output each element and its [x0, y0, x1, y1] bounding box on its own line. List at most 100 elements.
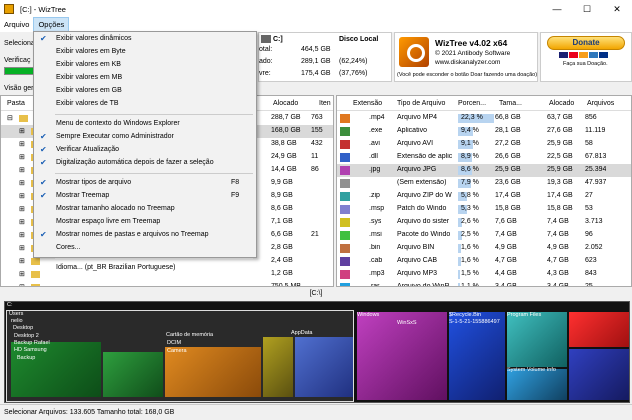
- file-type-row[interactable]: .sys Arquivo do sister 2,6 % 7,6 GB 7,4 GB 3.…: [337, 216, 631, 229]
- menu-item[interactable]: Exibir valores em KB: [35, 59, 256, 71]
- expand-icon[interactable]: ⊞: [19, 192, 25, 200]
- expand-icon[interactable]: ⊞: [19, 179, 25, 187]
- minimize-button[interactable]: —: [542, 0, 572, 18]
- menu-item[interactable]: ✔ Mostrar nomes de pastas e arquivos no T…: [35, 229, 256, 241]
- menu-item[interactable]: ✔ Mostrar tipos de arquivo F8: [35, 177, 256, 189]
- col-tipo-arquivo[interactable]: Tipo de Arquivo: [397, 100, 445, 107]
- alloc-cell: 27,6 GB: [547, 127, 573, 134]
- donate-button[interactable]: Donate: [547, 36, 625, 50]
- expand-icon[interactable]: ⊞: [19, 140, 25, 148]
- expand-icon[interactable]: ⊞: [19, 153, 25, 161]
- file-type-row[interactable]: .jpg Arquivo JPG 8,6 % 25,9 GB 25,9 GB 25.394: [337, 164, 631, 177]
- files-cell: 623: [585, 257, 597, 264]
- menu-item[interactable]: Exibir valores em MB: [35, 72, 256, 84]
- treemap-block-recycle[interactable]: [449, 312, 505, 400]
- file-type-row[interactable]: .mp4 Arquivo MP4 22,3 % 66,8 GB 63,7 GB 856: [337, 112, 631, 125]
- file-type-row[interactable]: .cab Arquivo CAB 1,6 % 4,7 GB 4,7 GB 623: [337, 255, 631, 268]
- menu-item[interactable]: ✔ Mostrar Treemap F9: [35, 190, 256, 202]
- expand-icon[interactable]: ⊞: [19, 270, 25, 278]
- file-type-row[interactable]: (Sem extensão) 7,9 % 23,6 GB 19,3 GB 47.937: [337, 177, 631, 190]
- select-label: Seleciona: [4, 40, 35, 47]
- file-type-row[interactable]: .zip Arquivo ZIP do W 5,8 % 17,4 GB 17,4 GB 2…: [337, 190, 631, 203]
- menu-item[interactable]: ✔ Exibir valores dinâmicos: [35, 33, 256, 45]
- menu-item[interactable]: ✔ Verificar Atualização: [35, 144, 256, 156]
- alloc-cell: 25,9 GB: [547, 140, 573, 147]
- treemap-block-appdata[interactable]: [295, 337, 353, 397]
- treemap-block-blue[interactable]: [569, 349, 629, 400]
- type-cell: Arquivo CAB: [397, 257, 438, 264]
- menu-item[interactable]: Cores...: [35, 242, 256, 254]
- file-type-color-icon: [340, 153, 350, 162]
- col-arquivos[interactable]: Arquivos: [587, 100, 614, 107]
- folder-alloc: 38,8 GB: [271, 140, 297, 147]
- ext-cell: .mp3: [369, 270, 385, 277]
- treemap[interactable]: C: Users nelio Desktop Desktop 2 Backup …: [4, 301, 630, 403]
- tm-label-users: Users: [9, 311, 24, 317]
- file-type-color-icon: [340, 283, 350, 286]
- treemap-block-yellow[interactable]: [263, 337, 293, 397]
- menu-item[interactable]: ✔ Digitalização automática depois de faze…: [35, 157, 256, 169]
- view-tab[interactable]: Visão ger: [4, 85, 33, 92]
- menu-arquivo[interactable]: Arquivo: [0, 18, 33, 32]
- files-cell: 96: [585, 231, 593, 238]
- col-porcentagem[interactable]: Porcen...: [458, 100, 486, 107]
- treemap-block-camera[interactable]: [165, 347, 261, 397]
- treemap-block-system-volume[interactable]: [507, 369, 567, 400]
- tm-label-sid: S-1-5-21-155886497: [449, 319, 500, 325]
- website-link[interactable]: www.diskanalyzer.com: [435, 59, 500, 66]
- size-cell: 4,4 GB: [495, 270, 517, 277]
- folder-items: 11: [311, 153, 319, 160]
- menu-item[interactable]: Idioma... (pt_BR Brazilian Portuguese): [35, 262, 256, 274]
- file-types-panel[interactable]: Extensão Tipo de Arquivo Porcen... Tama.…: [336, 95, 632, 287]
- file-type-row[interactable]: .msp Patch do Windo 5,3 % 15,8 GB 15,8 GB 53: [337, 203, 631, 216]
- file-type-row[interactable]: .exe Aplicativo 9,4 % 28,1 GB 27,6 GB 11.119: [337, 125, 631, 138]
- col-alocado[interactable]: Alocado: [273, 100, 298, 107]
- menu-item[interactable]: Exibir valores em GB: [35, 85, 256, 97]
- menu-item[interactable]: Exibir valores em Byte: [35, 46, 256, 58]
- file-type-row[interactable]: .rar Arquivo do WinR 1,1 % 3,4 GB 3,4 GB 25: [337, 281, 631, 287]
- expand-icon[interactable]: ⊞: [19, 205, 25, 213]
- file-type-row[interactable]: .bin Arquivo BIN 1,6 % 4,9 GB 4,9 GB 2.052: [337, 242, 631, 255]
- menu-item[interactable]: Menu de contexto do Windows Explorer: [35, 118, 256, 130]
- type-cell: Arquivo ZIP do W: [397, 192, 452, 199]
- type-cell: Arquivo JPG: [397, 166, 437, 173]
- expand-icon[interactable]: ⊞: [19, 218, 25, 226]
- file-type-row[interactable]: .avi Arquivo AVI 9,1 % 27,2 GB 25,9 GB 58: [337, 138, 631, 151]
- expand-icon[interactable]: ⊟: [7, 114, 13, 122]
- expand-icon[interactable]: ⊞: [19, 127, 25, 135]
- col-itens[interactable]: Iten: [319, 100, 331, 107]
- menu-item[interactable]: ✔ Sempre Executar como Administrador: [35, 131, 256, 143]
- menu-item-label: Exibir valores dinâmicos: [56, 35, 132, 42]
- folder-alloc: 14,4 GB: [271, 166, 297, 173]
- file-type-color-icon: [340, 231, 350, 240]
- menu-item[interactable]: Mostrar espaço livre em Treemap: [35, 216, 256, 228]
- menu-item[interactable]: Mostrar tamanho alocado no Treemap: [35, 203, 256, 215]
- alloc-cell: 4,9 GB: [547, 244, 569, 251]
- col-tamanho[interactable]: Tama...: [499, 100, 522, 107]
- col-extensao[interactable]: Extensão: [353, 100, 382, 107]
- donate-panel: Donate Faça sua Doação.: [540, 32, 632, 82]
- file-type-row[interactable]: .dll Extensão de aplic 8,9 % 26,6 GB 22,5 GB…: [337, 151, 631, 164]
- file-type-row[interactable]: .msi Pacote do Windo 2,5 % 7,4 GB 7,4 GB 96: [337, 229, 631, 242]
- expand-icon[interactable]: ⊞: [19, 231, 25, 239]
- expand-icon[interactable]: ⊞: [19, 244, 25, 252]
- treemap-block-green[interactable]: [103, 352, 163, 397]
- treemap-block-red[interactable]: [569, 312, 629, 347]
- col-alocado-tipos[interactable]: Alocado: [549, 100, 574, 107]
- maximize-button[interactable]: ☐: [572, 0, 602, 18]
- col-pasta[interactable]: Pasta: [7, 100, 25, 107]
- alloc-cell: 7,4 GB: [547, 218, 569, 225]
- folder-alloc: 288,7 GB: [271, 114, 301, 121]
- menu-item[interactable]: Exibir valores de TB: [35, 98, 256, 110]
- file-type-row[interactable]: .mp3 Arquivo MP3 1,5 % 4,4 GB 4,3 GB 843: [337, 268, 631, 281]
- folder-row[interactable]: ⊞ 750,5 MB: [1, 281, 333, 286]
- expand-icon[interactable]: ⊞: [19, 257, 25, 265]
- expand-icon[interactable]: ⊞: [19, 166, 25, 174]
- close-button[interactable]: ✕: [602, 0, 632, 18]
- treemap-block-program-files[interactable]: [507, 312, 567, 367]
- type-cell: Arquivo do WinR: [397, 283, 450, 287]
- window-title: [C:] - WizTree: [20, 4, 66, 14]
- ext-cell: .bin: [369, 244, 381, 251]
- expand-icon[interactable]: ⊞: [19, 283, 25, 286]
- menu-item-label: Menu de contexto do Windows Explorer: [56, 120, 180, 127]
